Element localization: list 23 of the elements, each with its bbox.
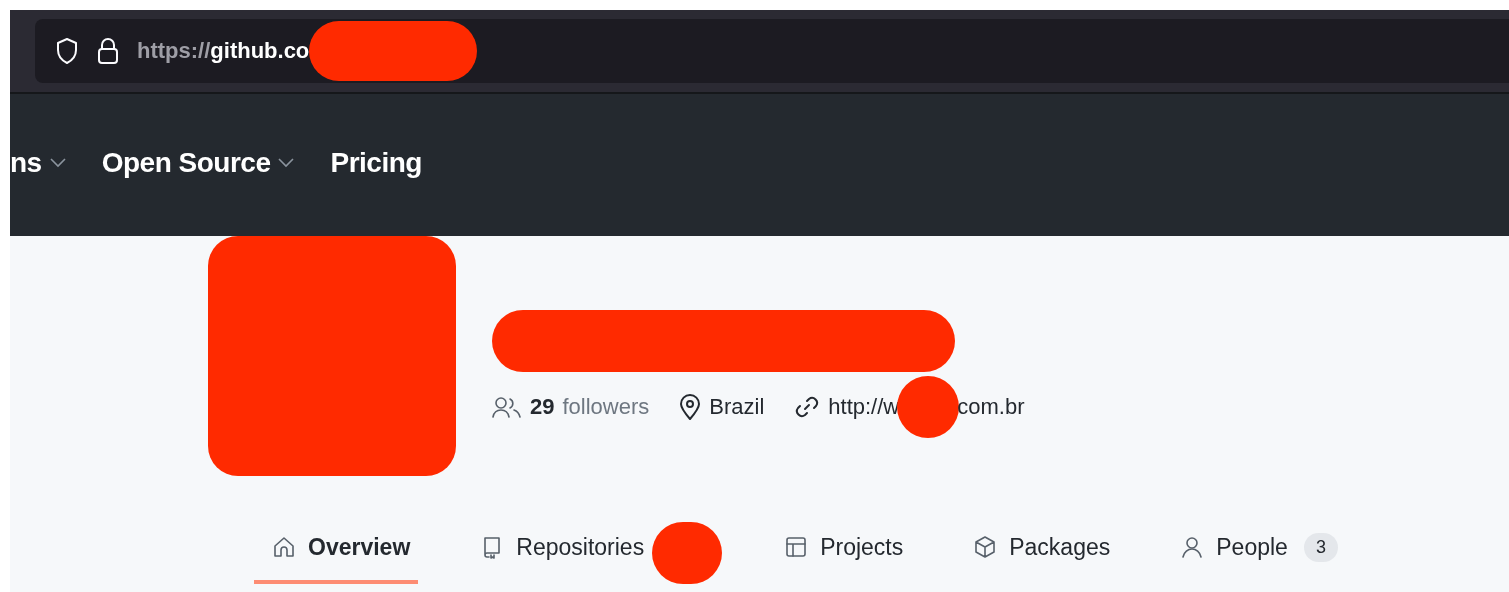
url-text: https://github.co	[137, 38, 310, 64]
profile-tab[interactable]: Packages	[955, 522, 1119, 584]
profile-tab[interactable]: Overview	[254, 522, 419, 584]
address-bar[interactable]: https://github.co	[35, 19, 1509, 83]
location-pin-icon	[679, 394, 702, 420]
location-text: Brazil	[709, 394, 765, 420]
followers-label: followers	[562, 394, 650, 420]
table-icon	[784, 535, 809, 559]
count-badge: 3	[1303, 532, 1338, 562]
nav-menu-item[interactable]: Pricing	[330, 147, 422, 179]
link-icon	[794, 394, 821, 420]
followers-count: 29	[530, 394, 555, 420]
lock-icon	[97, 37, 119, 65]
shield-icon	[55, 37, 79, 65]
profile-tab[interactable]: People 3	[1162, 522, 1346, 584]
profile-tab[interactable]: Projects	[766, 522, 912, 584]
profile-tab[interactable]: Repositories	[462, 522, 653, 584]
home-icon	[272, 535, 296, 559]
people-icon	[492, 396, 522, 418]
nav-menu-item[interactable]: Open Source	[101, 147, 295, 179]
person-icon	[1180, 535, 1205, 559]
nav-menu-item[interactable]: ns	[10, 147, 66, 179]
package-icon	[973, 535, 998, 559]
